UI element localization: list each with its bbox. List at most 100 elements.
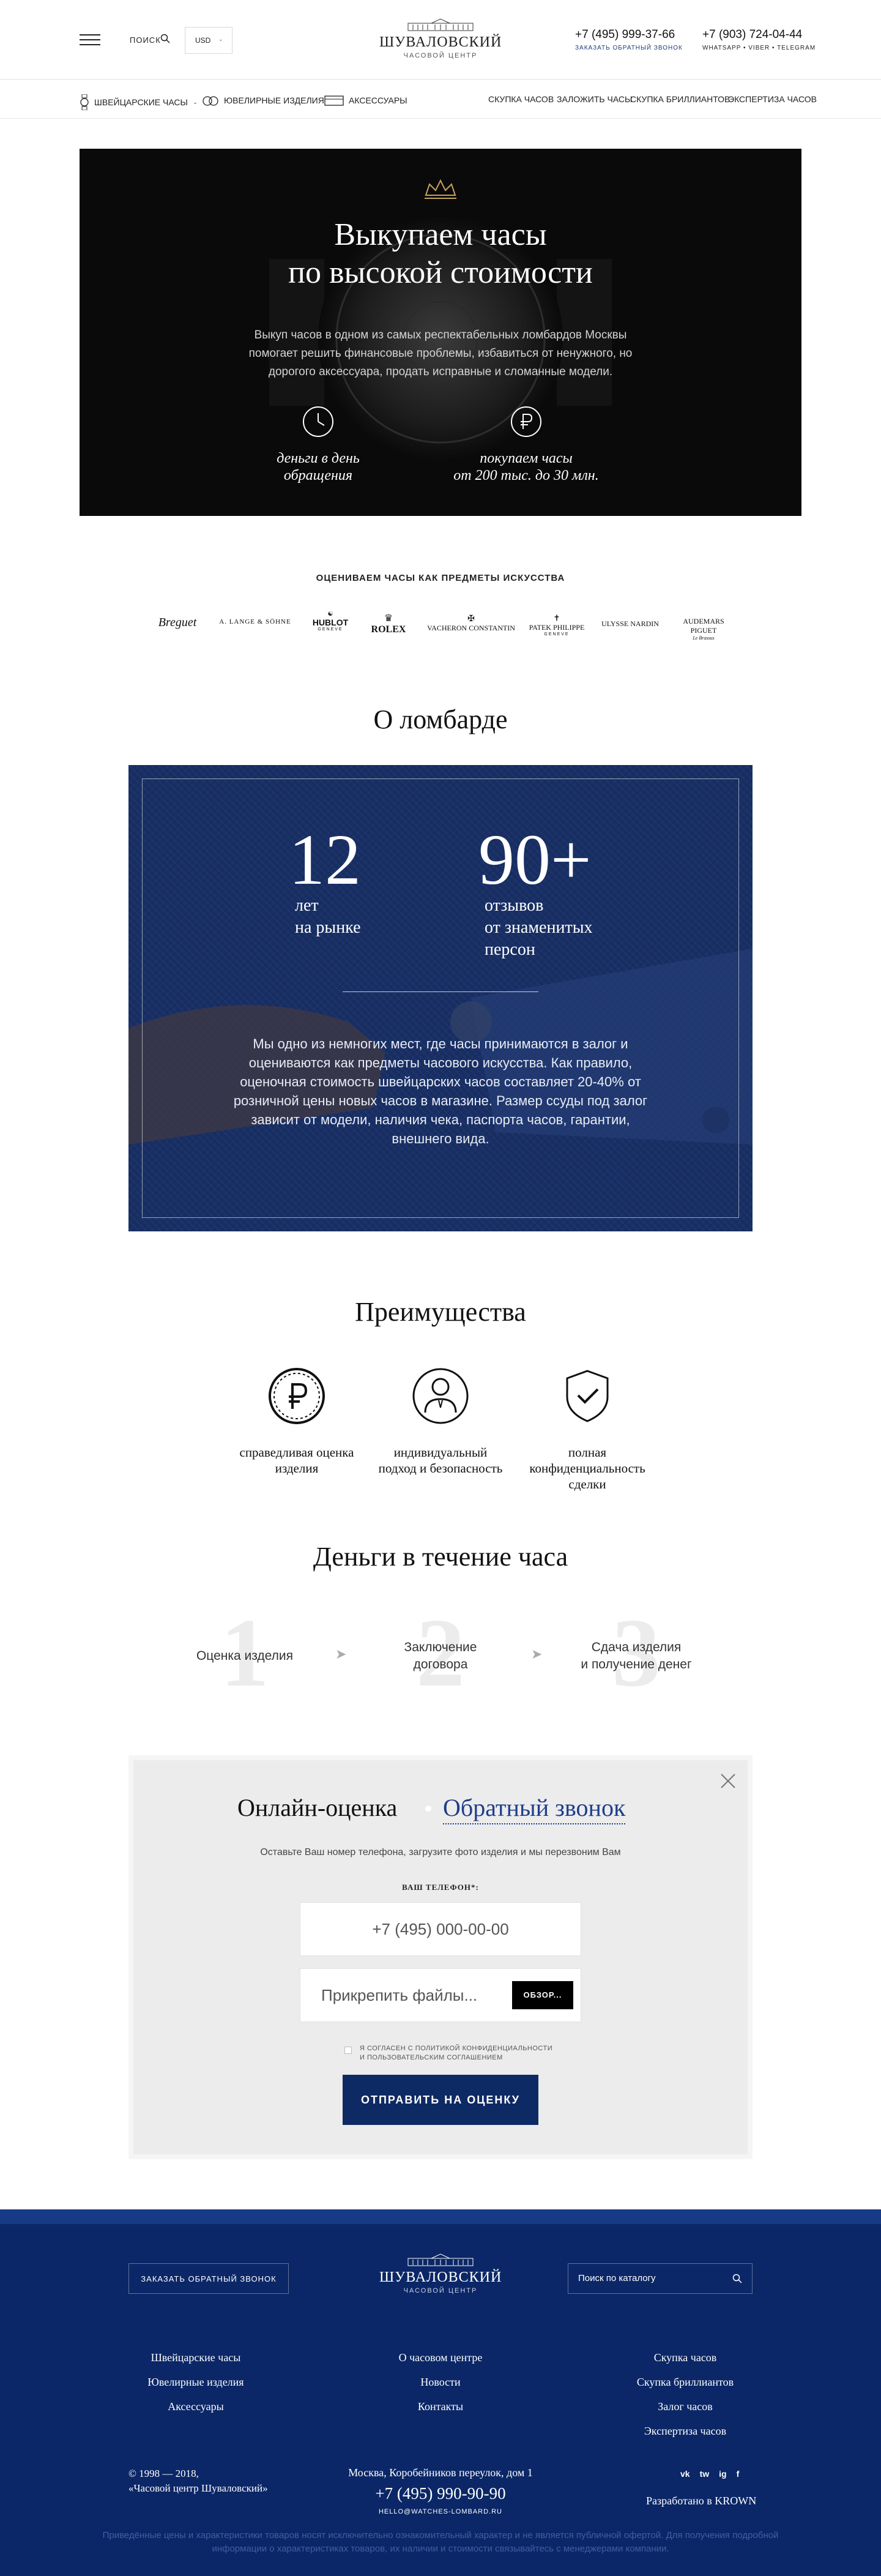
step-label-line: и получение денег — [581, 1657, 692, 1671]
developer-credit[interactable]: Разработано в KROWN — [646, 2495, 756, 2507]
currency-select[interactable]: USD ⌄ — [185, 27, 232, 54]
maltese-cross-icon: ✠ — [467, 613, 475, 623]
footer-phone[interactable]: +7 (495) 990-90-90 — [318, 2484, 563, 2503]
file-upload-field[interactable]: Прикрепить файлы... ОБЗОР... — [300, 1968, 581, 2022]
footer-link[interactable]: Швейцарские часы — [122, 2345, 269, 2370]
phone-number-mobile[interactable]: +7 (903) 724-04-44 — [702, 28, 802, 42]
copyright: © 1998 — 2018, «Часовой центр Шуваловски… — [128, 2466, 268, 2496]
chevron-down-icon: ⌄ — [192, 99, 198, 106]
nav-link-pawn-watches[interactable]: ЗАЛОЖИТЬ ЧАСЫ — [557, 94, 632, 104]
nav-link-buy-watches[interactable]: СКУПКА ЧАСОВ — [488, 94, 554, 104]
footer-col-catalog: Швейцарские часы Ювелирные изделия Аксес… — [122, 2345, 269, 2419]
browse-button[interactable]: ОБЗОР... — [512, 1981, 573, 2009]
footer-link[interactable]: Скупка бриллиантов — [612, 2370, 759, 2394]
brand-name: VACHERON CONSTANTIN — [427, 624, 515, 632]
file-upload-placeholder: Прикрепить файлы... — [321, 1986, 478, 2004]
category-nav: ШВЕЙЦАРСКИЕ ЧАСЫ ⌄ ЮВЕЛИРНЫЕ ИЗДЕЛИЯ АКС… — [0, 80, 881, 119]
hero-feature-same-day: деньги в день обращения — [239, 406, 398, 484]
consent-label[interactable]: Я СОГЛАСЕН С ПОЛИТИКОЙ КОНФИДЕНЦИАЛЬНОСТ… — [360, 2044, 592, 2063]
brand-logo-vacheron[interactable]: ✠ VACHERON CONSTANTIN — [425, 613, 517, 633]
search-icon[interactable] — [732, 2274, 742, 2283]
step-label-line: Заключение — [404, 1640, 477, 1654]
step-3: 3 Сдача изделия и получение денег — [563, 1603, 710, 1701]
tab-online-evaluation[interactable]: Онлайн-оценка — [237, 1793, 397, 1822]
footer-search-input[interactable]: Поиск по каталогу — [568, 2263, 753, 2294]
phone-number-main[interactable]: +7 (495) 999-37-66 — [575, 28, 675, 42]
footer-email[interactable]: HELLO@WATCHES-LOMBARD.RU — [318, 2508, 563, 2515]
brand-logo-lange[interactable]: A. LANGE & SÖHNE — [215, 618, 295, 625]
feature-label: от 200 тыс. до 30 млн. — [453, 468, 599, 483]
stat-years-label: лет на рынке — [295, 895, 361, 939]
nav-link-watch-expertise[interactable]: ЭКСПЕРТИЗА ЧАСОВ — [728, 94, 817, 104]
brand-sub: GENEVE — [544, 632, 570, 637]
footer-logo[interactable]: ШУВАЛОВСКИЙ ЧАСОВОЙ ЦЕНТР — [379, 2253, 502, 2294]
calatrava-cross-icon: ✝ — [553, 613, 560, 622]
footer-link[interactable]: Ювелирные изделия — [122, 2370, 269, 2394]
stat-years-number: 12 — [289, 819, 361, 900]
twitter-icon[interactable]: tw — [700, 2469, 710, 2479]
submit-button[interactable]: ОТПРАВИТЬ НА ОЦЕНКУ — [343, 2075, 538, 2125]
advantage-label: конфиденциальность — [529, 1461, 645, 1476]
brand-logo-patek[interactable]: ✝ PATEK PHILIPPE GENEVE — [526, 613, 587, 637]
site-header: ПОИСК USD ⌄ ШУВАЛОВСКИЙ ЧАСОВОЙ ЦЕНТР +7… — [0, 0, 881, 80]
feature-label: обращения — [283, 468, 353, 483]
stat-label-line: лет — [295, 896, 319, 915]
brand-logos: Breguet A. LANGE & SÖHNE ☯ HUBLOT GENEVE… — [147, 611, 734, 648]
brand-logo-breguet[interactable]: Breguet — [147, 616, 208, 630]
rings-icon — [203, 96, 218, 106]
ruble-coin-icon — [269, 1368, 325, 1424]
footer-link[interactable]: Экспертиза часов — [612, 2419, 759, 2443]
nav-item-label: ШВЕЙЦАРСКИЕ ЧАСЫ — [94, 97, 188, 107]
footer-link[interactable]: Контакты — [367, 2394, 514, 2419]
crown-icon: ♛ — [384, 613, 393, 624]
person-icon — [412, 1368, 469, 1424]
building-logo-icon — [407, 18, 474, 31]
brands-title: ОЦЕНИВАЕМ ЧАСЫ КАК ПРЕДМЕТЫ ИСКУССТВА — [316, 573, 565, 583]
brand-logo-hublot[interactable]: ☯ HUBLOT GENEVE — [312, 611, 349, 632]
tab-separator — [425, 1805, 431, 1812]
step-label-line: Сдача изделия — [591, 1640, 682, 1654]
menu-icon[interactable] — [80, 34, 100, 45]
crown-icon — [425, 179, 456, 199]
copyright-line: © 1998 — 2018, — [128, 2468, 199, 2479]
callback-link[interactable]: ЗАКАЗАТЬ ОБРАТНЫЙ ЗВОНОК — [575, 45, 683, 51]
search-icon[interactable] — [160, 34, 170, 43]
brand-name: ROLEX — [371, 624, 406, 635]
phone-input[interactable]: +7 (495) 000-00-00 — [300, 1902, 581, 1956]
footer-link[interactable]: Залог часов — [612, 2394, 759, 2419]
facebook-icon[interactable]: f — [737, 2469, 740, 2479]
stat-label-line: от знаменитых — [485, 918, 593, 937]
close-icon[interactable] — [719, 1772, 737, 1790]
consent-line: Я СОГЛАСЕН С ПОЛИТИКОЙ КОНФИДЕНЦИАЛЬНОСТ… — [360, 2045, 553, 2052]
nav-item-swiss-watches[interactable]: ШВЕЙЦАРСКИЕ ЧАСЫ ⌄ — [80, 94, 198, 110]
advantage-label: подход и безопасность — [378, 1461, 503, 1476]
advantage-individual-approach: индивидуальный подход и безопасность — [361, 1362, 520, 1476]
brand-logo-audemars[interactable]: AUDEMARS PIGUET Le Brassus — [670, 617, 737, 641]
footer-link[interactable]: Аксессуары — [122, 2394, 269, 2419]
shield-check-icon — [566, 1370, 609, 1422]
search-label[interactable]: ПОИСК — [130, 35, 161, 45]
logo-name: ШУВАЛОВСКИЙ — [379, 34, 502, 50]
tab-callback[interactable]: Обратный звонок — [443, 1793, 626, 1824]
consent-checkbox[interactable] — [344, 2047, 352, 2054]
footer-link[interactable]: О часовом центре — [367, 2345, 514, 2370]
footer-link[interactable]: Новости — [367, 2370, 514, 2394]
hero-title-line: по высокой стоимости — [288, 255, 593, 290]
brand-logo-rolex[interactable]: ♛ ROLEX — [364, 612, 413, 635]
site-logo[interactable]: ШУВАЛОВСКИЙ ЧАСОВОЙ ЦЕНТР — [379, 18, 502, 59]
nav-item-accessories[interactable]: АКСЕССУАРЫ — [324, 94, 407, 106]
social-links: vk tw ig f — [680, 2469, 739, 2479]
about-frame — [142, 778, 739, 1218]
instagram-icon[interactable]: ig — [719, 2469, 726, 2479]
nav-link-buy-diamonds[interactable]: СКУПКА БРИЛЛИАНТОВ — [630, 94, 730, 104]
building-logo-icon — [407, 2253, 474, 2266]
footer-callback-button[interactable]: ЗАКАЗАТЬ ОБРАТНЫЙ ЗВОНОК — [128, 2263, 289, 2294]
footer-link[interactable]: Скупка часов — [612, 2345, 759, 2370]
divider — [343, 991, 538, 992]
site-footer: ЗАКАЗАТЬ ОБРАТНЫЙ ЗВОНОК ШУВАЛОВСКИЙ ЧАС… — [0, 2209, 881, 2576]
logo-name: ШУВАЛОВСКИЙ — [379, 2269, 502, 2285]
nav-item-jewelry[interactable]: ЮВЕЛИРНЫЕ ИЗДЕЛИЯ — [202, 94, 324, 106]
vk-icon[interactable]: vk — [680, 2469, 690, 2479]
messengers-list[interactable]: WHATSAPP • VIBER • TELEGRAM — [702, 45, 816, 51]
brand-logo-ulysse[interactable]: ULYSSE NARDIN — [593, 619, 667, 629]
